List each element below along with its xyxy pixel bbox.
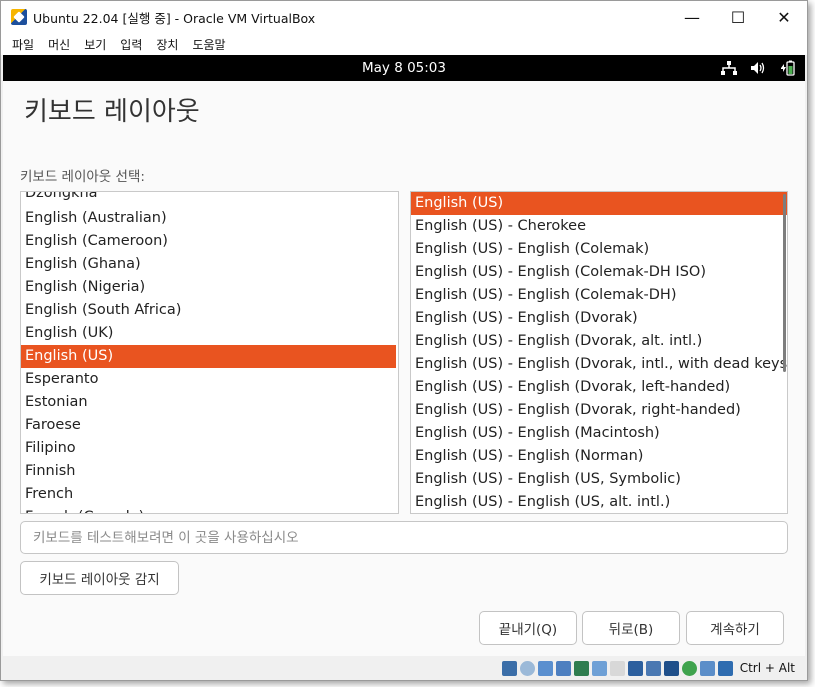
list-item[interactable]: English (US) - English (Colemak-DH) <box>411 284 787 307</box>
optical-drive-icon[interactable] <box>519 660 535 676</box>
screen-capture-icon[interactable] <box>627 660 643 676</box>
list-item[interactable]: English (Cameroon) <box>21 230 396 253</box>
detect-layout-button[interactable]: 키보드 레이아웃 감지 <box>20 561 179 595</box>
list-item[interactable]: English (US) - English (US, Symbolic) <box>411 468 787 491</box>
window-title: Ubuntu 22.04 [실행 중] - Oracle VM VirtualB… <box>33 10 316 26</box>
audio-icon[interactable] <box>537 660 553 676</box>
list-item[interactable]: French (Canada) <box>21 506 396 513</box>
keyboard-test-input[interactable] <box>20 521 788 554</box>
list-item[interactable]: English (Ghana) <box>21 253 396 276</box>
menu-bar: 파일 머신 보기 입력 장치 도움말 <box>1 33 807 55</box>
hard-disk-icon[interactable] <box>501 660 517 676</box>
list-item[interactable]: English (US) - English (Colemak) <box>411 238 787 261</box>
host-key-label: Ctrl + Alt <box>739 661 795 675</box>
network-icon[interactable] <box>720 60 737 77</box>
menu-input[interactable]: 입력 <box>113 36 149 53</box>
list-item[interactable]: English (Australian) <box>21 207 396 230</box>
list-item[interactable]: English (South Africa) <box>21 299 396 322</box>
list-item[interactable]: English (US) - English (Dvorak) <box>411 307 787 330</box>
usb-icon[interactable] <box>573 660 589 676</box>
keyboard-capture-icon[interactable] <box>717 660 733 676</box>
title-bar[interactable]: Ubuntu 22.04 [실행 중] - Oracle VM VirtualB… <box>1 1 807 33</box>
close-button[interactable]: ✕ <box>761 1 807 33</box>
status-bar: Ctrl + Alt <box>1 656 807 680</box>
list-item[interactable]: Dzongkha <box>21 192 396 205</box>
list-item[interactable]: English (Nigeria) <box>21 276 396 299</box>
list-item[interactable]: French <box>21 483 396 506</box>
clock[interactable]: May 8 05:03 <box>3 55 805 81</box>
layout-select-label: 키보드 레이아웃 선택: <box>20 169 145 185</box>
list-item[interactable]: English (UK) <box>21 322 396 345</box>
menu-file[interactable]: 파일 <box>5 36 41 53</box>
scrollbar-thumb[interactable] <box>783 194 786 372</box>
volume-icon[interactable] <box>749 60 766 77</box>
gnome-top-bar: May 8 05:03 <box>3 55 805 81</box>
guest-screen[interactable]: May 8 05:03 키보드 레이아웃 키보드 레이아웃 선택: Dzongk… <box>3 55 805 656</box>
window-controls: — ☐ ✕ <box>669 1 807 33</box>
list-item[interactable]: English (US) - Cherokee <box>411 215 787 238</box>
list-item[interactable]: English (US) - English (Colemak-DH ISO) <box>411 261 787 284</box>
back-button[interactable]: 뒤로(B) <box>582 611 680 645</box>
list-item[interactable]: Filipino <box>21 437 396 460</box>
menu-devices[interactable]: 장치 <box>149 36 185 53</box>
list-item[interactable]: Estonian <box>21 391 396 414</box>
continue-button[interactable]: 계속하기 <box>686 611 784 645</box>
list-item[interactable]: English (US) - English (Dvorak, alt. int… <box>411 330 787 353</box>
list-item[interactable]: English (US) - English (Macintosh) <box>411 422 787 445</box>
recording-icon[interactable] <box>663 660 679 676</box>
list-item[interactable]: English (US) - English (US, alt. intl.) <box>411 491 787 513</box>
keyboard-language-list[interactable]: Dzongkha English (Australian) English (C… <box>20 191 399 514</box>
list-item[interactable]: Finnish <box>21 460 396 483</box>
page-title: 키보드 레이아웃 <box>24 97 200 127</box>
battery-icon[interactable] <box>778 60 795 77</box>
menu-view[interactable]: 보기 <box>77 36 113 53</box>
keyboard-variant-list[interactable]: English (US) English (US) - Cherokee Eng… <box>410 191 788 514</box>
list-item[interactable]: English (US) - English (Norman) <box>411 445 787 468</box>
mouse-integration-icon[interactable] <box>699 660 715 676</box>
guest-additions-icon[interactable] <box>681 660 697 676</box>
list-item-selected[interactable]: English (US) <box>411 192 787 215</box>
system-tray[interactable] <box>720 55 795 81</box>
menu-help[interactable]: 도움말 <box>185 36 232 53</box>
network-icon[interactable] <box>555 660 571 676</box>
maximize-button[interactable]: ☐ <box>715 1 761 33</box>
list-item[interactable]: English (US) - English (Dvorak, left-han… <box>411 376 787 399</box>
shared-folders-icon[interactable] <box>591 660 607 676</box>
minimize-button[interactable]: — <box>669 1 715 33</box>
quit-button[interactable]: 끝내기(Q) <box>479 611 577 645</box>
list-item[interactable]: English (US) - English (Dvorak, intl., w… <box>411 353 787 376</box>
list-item[interactable]: Esperanto <box>21 368 396 391</box>
menu-machine[interactable]: 머신 <box>41 36 77 53</box>
list-item-selected[interactable]: English (US) <box>21 345 396 368</box>
virtualbox-window: Ubuntu 22.04 [실행 중] - Oracle VM VirtualB… <box>0 0 808 681</box>
list-item[interactable]: Faroese <box>21 414 396 437</box>
virtualbox-icon <box>11 9 27 25</box>
list-item[interactable]: English (US) - English (Dvorak, right-ha… <box>411 399 787 422</box>
display-icon[interactable] <box>609 660 625 676</box>
video-capture-icon[interactable] <box>645 660 661 676</box>
